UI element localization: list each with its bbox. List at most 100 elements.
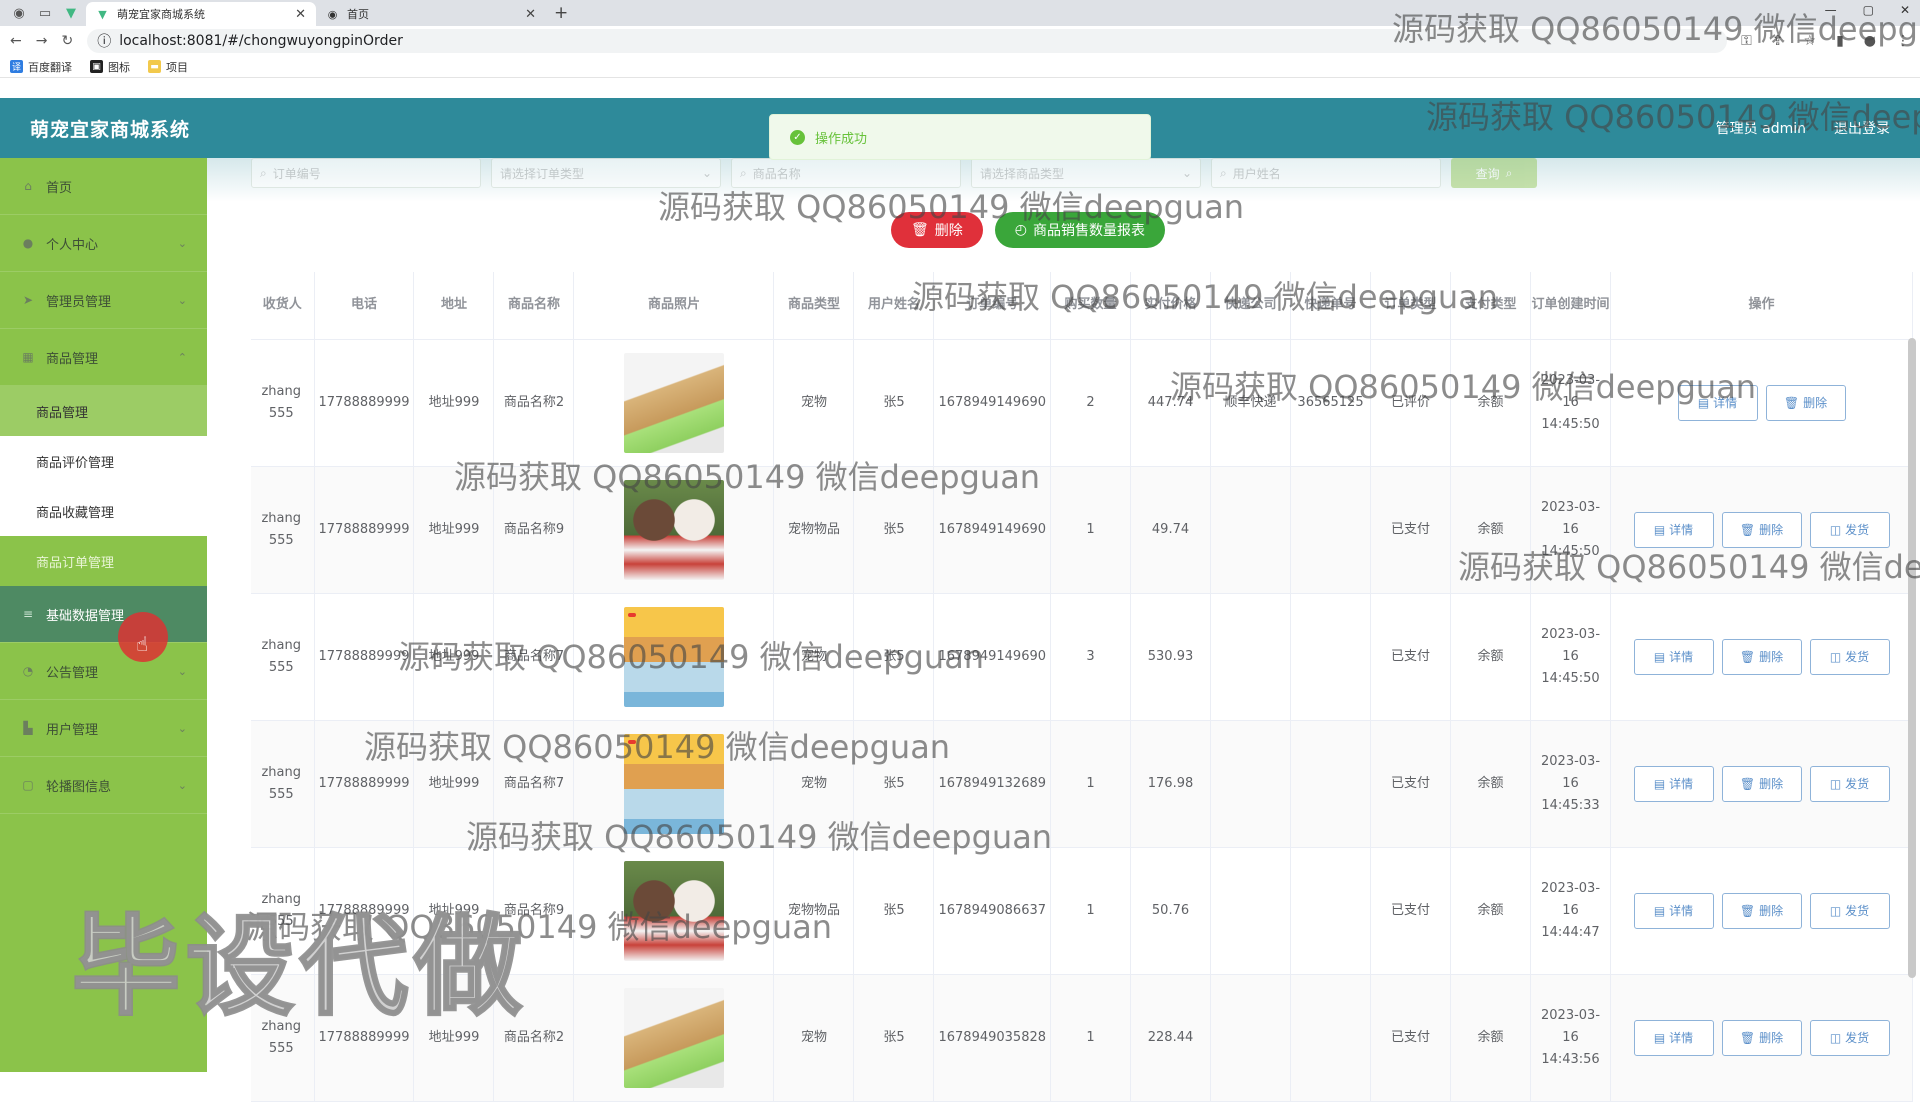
blank-tab-icon[interactable]: ▭ — [34, 4, 56, 22]
sidebar-item-users[interactable]: ▙ 用户管理 ⌄ — [0, 700, 207, 757]
vue-icon[interactable]: ▼ — [60, 4, 82, 22]
close-icon[interactable]: ✕ — [525, 7, 536, 22]
reload-icon[interactable]: ↻ — [61, 33, 73, 49]
query-button[interactable]: 查询 ⌕ — [1451, 158, 1537, 188]
cell-courier — [1210, 466, 1292, 594]
button-label: 删除 — [1759, 522, 1784, 537]
sidebar-subitem-orders[interactable]: 商品订单管理 — [0, 536, 207, 586]
more-icon[interactable]: ⋮ — [1896, 33, 1910, 49]
cell-order-no: 1678949132689 — [933, 720, 1052, 848]
order-type-select[interactable]: 请选择订单类型 ⌄ — [491, 158, 721, 188]
sales-report-button[interactable]: ◴ 商品销售数量报表 — [994, 212, 1165, 248]
sidebar-item-notice[interactable]: ◔ 公告管理 ⌄ — [0, 643, 207, 700]
order-no-input[interactable]: ⌕ 订单编号 — [251, 158, 481, 188]
product-image[interactable] — [623, 860, 724, 961]
goods-type-select[interactable]: 请选择商品类型 ⌄ — [971, 158, 1201, 188]
cell-receiver: zhang 555 — [251, 466, 315, 594]
detail-button[interactable]: ▤ 详情 — [1633, 765, 1714, 802]
delete-button[interactable]: 🗑 删除 — [1721, 765, 1802, 802]
close-icon[interactable]: ✕ — [295, 7, 306, 22]
delete-button[interactable]: 🗑 删除 — [1721, 511, 1802, 548]
column-header: 支付类型 — [1450, 272, 1532, 340]
cell-order-no: 1678949035828 — [933, 974, 1052, 1102]
detail-button[interactable]: ▤ 详情 — [1633, 1019, 1714, 1056]
sidebar-item-admin[interactable]: ➤ 管理员管理 ⌄ — [0, 272, 207, 329]
detail-button[interactable]: ▤ 详情 — [1633, 892, 1714, 929]
delete-button[interactable]: 🗑 删除 — [1721, 892, 1802, 929]
detail-button[interactable]: ▤ 详情 — [1633, 511, 1714, 548]
product-image[interactable] — [623, 352, 724, 453]
cell-receiver: zhang 555 — [251, 720, 315, 848]
success-toast: ✓ 操作成功 — [769, 114, 1151, 160]
bookmark-icons[interactable]: ▣ 图标 — [90, 59, 130, 75]
cell-goods-type: 宠物物品 — [773, 847, 855, 975]
sidebar-item-goods[interactable]: ▦ 商品管理 ⌃ — [0, 329, 207, 386]
table-row: zhang 555 17788889999 地址999 商品名称9 宠物物品 张5 1678… — [251, 847, 1914, 975]
key-icon[interactable]: ⚿ — [1741, 33, 1752, 49]
info-icon[interactable]: ⓘ — [97, 31, 111, 51]
delete-button[interactable]: 🗑 删除 — [1721, 1019, 1802, 1056]
product-image[interactable] — [623, 479, 724, 580]
detail-button[interactable]: ▤ 详情 — [1677, 384, 1758, 421]
image-icon: ▢ — [22, 778, 34, 792]
sidebar-item-carousel[interactable]: ▢ 轮播图信息 ⌄ — [0, 757, 207, 814]
ship-button[interactable]: ◫ 发货 — [1809, 638, 1890, 675]
cell-pay-type: 余额 — [1450, 466, 1532, 594]
tab-title: 首页 — [347, 8, 369, 21]
sidebar-item-profile[interactable]: ● 个人中心 ⌄ — [0, 215, 207, 272]
sidebar-item-home[interactable]: ⌂ 首页 — [0, 158, 207, 215]
new-tab-icon[interactable]: + — [554, 3, 568, 23]
sidebar-subitem-favorites[interactable]: 商品收藏管理 — [0, 486, 207, 536]
minimize-icon[interactable]: — — [1825, 3, 1837, 17]
star-icon[interactable]: ☆ — [1804, 33, 1817, 49]
cell-order-type: 已支付 — [1370, 974, 1452, 1102]
close-window-icon[interactable]: ✕ — [1900, 3, 1910, 17]
sidebar-subitem-goods[interactable]: 商品管理 — [0, 386, 207, 436]
cell-phone: 17788889999 — [314, 720, 415, 848]
browser-tab-app[interactable]: ▼ 萌宠宜家商城系统 ✕ — [86, 2, 316, 26]
product-image[interactable] — [623, 987, 724, 1088]
delete-button[interactable]: 🗑 删除 — [1721, 638, 1802, 675]
cell-tracking — [1290, 466, 1372, 594]
cell-qty: 1 — [1050, 974, 1132, 1102]
sidepanel-icon[interactable]: ▮ — [1836, 33, 1844, 49]
sidebar-subitem-reviews[interactable]: 商品评价管理 — [0, 436, 207, 486]
forward-icon[interactable]: → — [36, 33, 48, 49]
send-icon: ➤ — [22, 293, 34, 307]
orders-table: 收货人 电话 地址 商品名称 商品照片 商品类型 用户姓名 订单编号 购买数量 实付价格 快递公司快… — [251, 272, 1914, 1102]
vertical-scrollbar[interactable] — [1908, 338, 1916, 978]
ship-button[interactable]: ◫ 发货 — [1809, 1019, 1890, 1056]
maximize-icon[interactable]: ▢ — [1863, 3, 1874, 17]
share-icon[interactable]: ⇪ — [1772, 33, 1784, 49]
column-header: 地址 — [413, 272, 495, 340]
cell-order-type: 已支付 — [1370, 466, 1452, 594]
user-name-input[interactable]: ⌕ 用户姓名 — [1211, 158, 1441, 188]
cell-qty: 1 — [1050, 847, 1132, 975]
logout-link[interactable]: 退出登录 — [1834, 118, 1890, 138]
ship-icon: ◫ — [1829, 1030, 1842, 1045]
cell-tracking — [1290, 593, 1372, 721]
bookmark-project[interactable]: ▬ 项目 — [148, 59, 188, 75]
batch-delete-button[interactable]: 🗑 删除 — [891, 212, 983, 248]
cell-actions: ▤ 详情 🗑 删除 — [1610, 339, 1914, 467]
browser-tab-home[interactable]: ◉ 首页 ✕ — [316, 2, 546, 26]
goods-name-input[interactable]: ⌕ 商品名称 — [731, 158, 961, 188]
ship-button[interactable]: ◫ 发货 — [1809, 765, 1890, 802]
sidebar-item-basic-data[interactable]: ≡ 基础数据管理 — [0, 586, 207, 643]
profile-icon[interactable]: ● — [1864, 33, 1876, 49]
button-label: 详情 — [1669, 522, 1694, 537]
data-icon: ≡ — [22, 607, 34, 621]
ship-button[interactable]: ◫ 发货 — [1809, 892, 1890, 929]
detail-button[interactable]: ▤ 详情 — [1633, 638, 1714, 675]
delete-button[interactable]: 🗑 删除 — [1765, 384, 1846, 421]
cell-goods-type: 宠物 — [773, 339, 855, 467]
bookmark-translate[interactable]: 译 百度翻译 — [10, 59, 72, 75]
back-icon[interactable]: ← — [10, 33, 22, 49]
globe-icon[interactable]: ◉ — [8, 4, 30, 22]
product-image[interactable] — [623, 606, 724, 707]
product-image[interactable] — [623, 733, 724, 834]
ship-button[interactable]: ◫ 发货 — [1809, 511, 1890, 548]
url-field[interactable]: ⓘ localhost:8081/#/chongwuyongpinOrder — [87, 29, 1728, 53]
cell-order-type: 已支付 — [1370, 593, 1452, 721]
search-icon: ⌕ — [260, 165, 267, 180]
